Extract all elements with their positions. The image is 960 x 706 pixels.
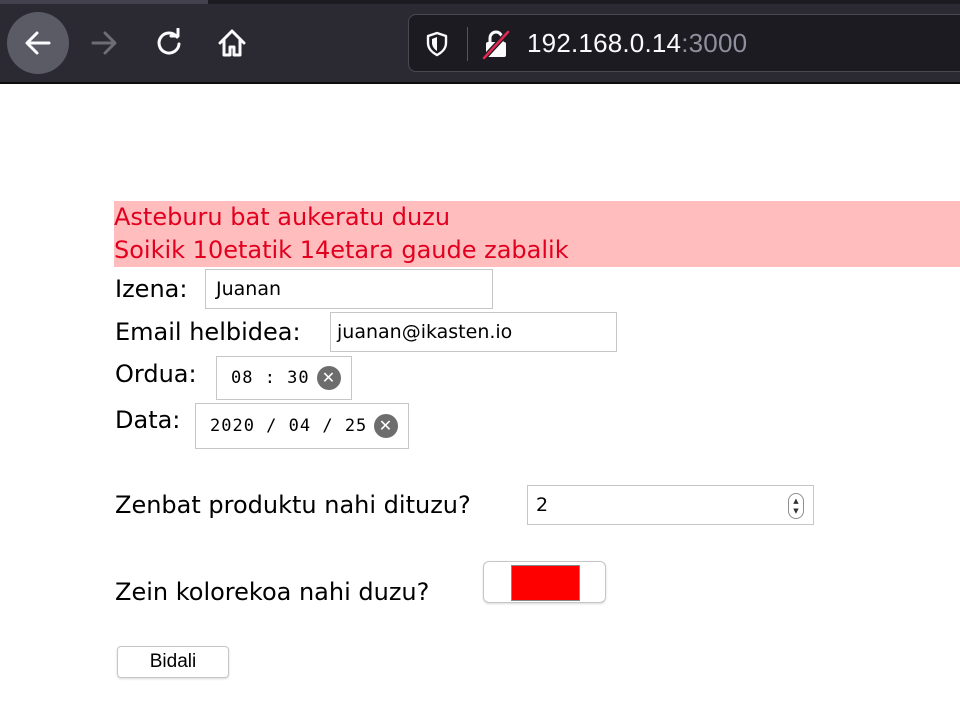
active-tab[interactable]	[0, 0, 208, 4]
email-label: Email helbidea:	[115, 318, 301, 346]
email-input[interactable]: juanan@ikasten.io	[330, 312, 617, 352]
alert-line-1: Asteburu bat aukeratu duzu	[114, 203, 451, 231]
time-label: Ordua:	[115, 360, 197, 388]
name-input[interactable]: Juanan	[205, 269, 493, 309]
alert-line-2: Soikik 10etatik 14etara gaude zabalik	[114, 236, 569, 264]
color-label: Zein kolorekoa nahi duzu?	[115, 578, 430, 606]
insecure-lock-icon[interactable]	[481, 28, 511, 60]
arrow-right-icon	[91, 31, 117, 55]
email-input-value: juanan@ikasten.io	[337, 321, 513, 343]
tab-strip	[0, 0, 960, 4]
reload-icon	[157, 28, 181, 55]
quantity-stepper[interactable]: ▲ ▼	[788, 493, 804, 519]
color-picker[interactable]	[483, 561, 606, 603]
color-swatch	[511, 565, 580, 601]
back-button[interactable]	[7, 12, 69, 74]
submit-button[interactable]: Bidali	[117, 646, 229, 678]
shield-icon[interactable]	[425, 31, 449, 57]
chevron-down-icon[interactable]: ▼	[793, 506, 798, 516]
name-label: Izena:	[115, 275, 188, 303]
quantity-input-value: 2	[536, 494, 549, 516]
clear-date-icon[interactable]: ✕	[374, 414, 398, 438]
arrow-left-icon	[25, 31, 51, 55]
forward-button[interactable]	[73, 12, 135, 74]
address-bar[interactable]: 192.168.0.14:3000	[408, 14, 960, 72]
url-host: 192.168.0.14	[527, 28, 682, 58]
home-icon	[218, 29, 246, 57]
time-input-value: 08 : 30	[231, 368, 310, 388]
url-port: :3000	[681, 28, 748, 58]
date-label: Data:	[115, 406, 181, 434]
quantity-input[interactable]: 2 ▲ ▼	[527, 485, 814, 525]
clear-time-icon[interactable]: ✕	[317, 366, 341, 390]
date-input-value: 2020 / 04 / 25	[210, 416, 368, 436]
url-text: 192.168.0.14:3000	[527, 28, 747, 59]
reload-button[interactable]	[138, 12, 200, 74]
quantity-label: Zenbat produktu nahi dituzu?	[115, 491, 471, 519]
address-bar-divider	[467, 27, 468, 61]
chevron-up-icon[interactable]: ▲	[793, 496, 798, 506]
date-input[interactable]: 2020 / 04 / 25 ✕	[195, 403, 409, 449]
time-input[interactable]: 08 : 30 ✕	[216, 356, 352, 400]
alert-banner: Asteburu bat aukeratu duzu Soikik 10etat…	[114, 201, 960, 267]
browser-toolbar: 192.168.0.14:3000	[0, 0, 960, 84]
name-input-value: Juanan	[216, 278, 282, 300]
home-button[interactable]	[201, 12, 263, 74]
